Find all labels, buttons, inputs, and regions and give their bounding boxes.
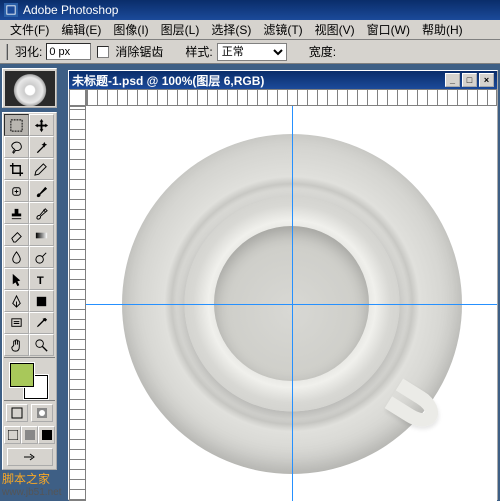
- menu-image[interactable]: 图像(I): [107, 19, 154, 40]
- close-button[interactable]: ×: [479, 73, 494, 87]
- watermark-cn: 脚本之家: [2, 470, 61, 487]
- app-title: Adobe Photoshop: [23, 3, 118, 17]
- slice-tool[interactable]: [29, 158, 54, 180]
- healing-tool[interactable]: [4, 180, 29, 202]
- jump-to-imageready[interactable]: [7, 448, 53, 466]
- foreground-swatch[interactable]: [10, 363, 34, 387]
- menu-edit[interactable]: 编辑(E): [55, 19, 107, 40]
- menu-file[interactable]: 文件(F): [4, 19, 55, 40]
- minimize-button[interactable]: _: [445, 73, 460, 87]
- color-swatches: [4, 359, 55, 399]
- navigator-thumbnail[interactable]: [5, 71, 55, 106]
- move-tool[interactable]: [29, 114, 54, 136]
- document-title: 未标题-1.psd @ 100%(图层 6,RGB): [72, 72, 264, 89]
- options-bar: 羽化: 消除锯齿 样式: 正常 宽度:: [0, 40, 500, 64]
- zoom-tool[interactable]: [29, 334, 54, 356]
- antialias-checkbox[interactable]: [97, 46, 109, 58]
- menu-layer[interactable]: 图层(L): [155, 19, 206, 40]
- magic-wand-tool[interactable]: [29, 136, 54, 158]
- watermark: 脚本之家 www.jb51.net: [2, 470, 61, 498]
- document-window: 未标题-1.psd @ 100%(图层 6,RGB) _ □ ×: [68, 70, 498, 500]
- screen-mode-standard[interactable]: [4, 426, 21, 444]
- eyedropper-tool[interactable]: [29, 312, 54, 334]
- menu-filter[interactable]: 滤镜(T): [257, 19, 308, 40]
- type-tool[interactable]: T: [29, 268, 54, 290]
- ruler-vertical[interactable]: [69, 106, 86, 501]
- hand-tool[interactable]: [4, 334, 29, 356]
- style-select[interactable]: 正常: [217, 43, 287, 61]
- history-brush-tool[interactable]: [29, 202, 54, 224]
- dodge-tool[interactable]: [29, 246, 54, 268]
- toolbox: T: [2, 112, 57, 470]
- screen-mode-full-menu[interactable]: [21, 426, 38, 444]
- navigator-panel[interactable]: [2, 68, 57, 108]
- notes-tool[interactable]: [4, 312, 29, 334]
- antialias-label: 消除锯齿: [115, 43, 163, 60]
- maximize-button[interactable]: □: [462, 73, 477, 87]
- app-title-bar: Adobe Photoshop: [0, 0, 500, 20]
- shape-tool[interactable]: [29, 290, 54, 312]
- path-select-tool[interactable]: [4, 268, 29, 290]
- feather-input[interactable]: [46, 43, 91, 60]
- lasso-tool[interactable]: [4, 136, 29, 158]
- menu-select[interactable]: 选择(S): [205, 19, 257, 40]
- document-title-bar[interactable]: 未标题-1.psd @ 100%(图层 6,RGB) _ □ ×: [69, 71, 497, 89]
- blur-tool[interactable]: [4, 246, 29, 268]
- svg-text:T: T: [37, 275, 44, 287]
- screen-mode-full[interactable]: [38, 426, 55, 444]
- options-grip[interactable]: [6, 44, 9, 60]
- watermark-en: www.jb51.net: [2, 487, 61, 498]
- marquee-rect-tool[interactable]: [4, 114, 29, 136]
- eraser-tool[interactable]: [4, 224, 29, 246]
- edit-mode-quickmask[interactable]: [31, 404, 53, 422]
- guide-horizontal[interactable]: [86, 304, 497, 305]
- menu-window[interactable]: 窗口(W): [361, 19, 416, 40]
- crop-tool[interactable]: [4, 158, 29, 180]
- feather-label: 羽化:: [15, 43, 42, 60]
- menu-view[interactable]: 视图(V): [309, 19, 361, 40]
- width-label: 宽度:: [309, 43, 336, 60]
- menu-bar: 文件(F) 编辑(E) 图像(I) 图层(L) 选择(S) 滤镜(T) 视图(V…: [0, 20, 500, 40]
- pen-tool[interactable]: [4, 290, 29, 312]
- gradient-tool[interactable]: [29, 224, 54, 246]
- brush-tool[interactable]: [29, 180, 54, 202]
- menu-help[interactable]: 帮助(H): [416, 19, 469, 40]
- canvas[interactable]: [86, 106, 497, 501]
- edit-mode-standard[interactable]: [6, 404, 28, 422]
- artwork-handle: [384, 378, 445, 434]
- stamp-tool[interactable]: [4, 202, 29, 224]
- ruler-origin[interactable]: [69, 89, 86, 106]
- style-label: 样式:: [185, 43, 212, 60]
- ruler-horizontal[interactable]: [86, 89, 497, 106]
- app-icon: [4, 3, 18, 17]
